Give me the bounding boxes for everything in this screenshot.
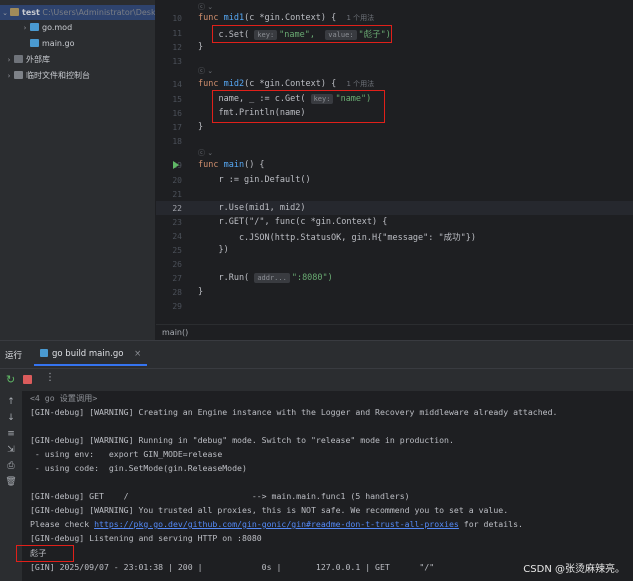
highlight-box-set [212, 25, 392, 43]
tree-item-go-mod[interactable]: › go.mod [20, 20, 72, 35]
console-line: - using env: export GIN_MODE=release [30, 449, 223, 459]
watermark: CSDN @张烫麻辣亮。 [523, 564, 625, 575]
line-number: 15 [172, 95, 182, 104]
library-icon [14, 55, 23, 63]
more-icon[interactable]: ⋮ [45, 372, 55, 383]
code-line: }) [198, 245, 229, 255]
code-line: func main() { [198, 160, 265, 170]
code-line: r.GET("/", func(c *gin.Context) { [198, 217, 388, 227]
line-number: 16 [172, 109, 182, 118]
line-number: 10 [172, 14, 182, 23]
stop-icon[interactable] [23, 375, 32, 384]
line-number: 20 [172, 176, 182, 185]
line-number: 21 [172, 190, 182, 199]
console-line: - using code: gin.SetMode(gin.ReleaseMod… [30, 463, 247, 473]
tree-root-test[interactable]: ⌄ test C:\Users\Administrator\Desk [0, 5, 155, 20]
code-line: } [198, 42, 204, 52]
line-number: 26 [172, 260, 182, 269]
arrow-up-icon[interactable]: ↑ [5, 396, 17, 408]
chevron-right-icon[interactable]: › [4, 53, 14, 68]
code-line: } [198, 122, 204, 132]
code-line: func mid1(c *gin.Context) { 1 个用法 [198, 13, 375, 23]
run-panel: 运行 go build main.go × ↻ ⋮ ↑ ↓ ≡ ⇲ ⎙ 🗑 <4… [0, 340, 633, 581]
tree-item-scratches[interactable]: › 临时文件和控制台 [4, 68, 90, 83]
line-number: 24 [172, 232, 182, 241]
gomod-file-icon [30, 23, 39, 31]
console-line: [GIN-debug] [WARNING] Running in "debug"… [30, 435, 454, 445]
console-command: <4 go 设置调用> [30, 393, 98, 403]
go-file-icon [40, 349, 48, 357]
code-editor[interactable]: ⓒ ⌄ ⓒ ⌄ ⓒ ⌄ 10 func mid1(c *gin.Context)… [156, 0, 633, 340]
fold-hint: ⓒ ⌄ [198, 149, 214, 157]
line-number: 23 [172, 218, 182, 227]
param-hint: addr... [254, 273, 290, 283]
line-number: 27 [172, 274, 182, 283]
arrow-down-icon[interactable]: ↓ [5, 412, 17, 424]
folder-icon [10, 8, 19, 16]
highlight-box-output [16, 545, 74, 562]
line-number: 14 [172, 80, 182, 89]
console-line: [GIN-debug] GET / --> main.main.func1 (5… [30, 491, 410, 501]
go-file-icon [30, 39, 39, 47]
line-number: 13 [172, 57, 182, 66]
code-line: r.Use(mid1, mid2) [198, 203, 306, 213]
highlight-box-get [212, 90, 385, 123]
console-line: Please check https://pkg.go.dev/github.c… [30, 519, 523, 529]
console-line: [GIN-debug] [WARNING] You trusted all pr… [30, 505, 509, 515]
chevron-right-icon[interactable]: › [20, 21, 30, 36]
line-number: 18 [172, 137, 182, 146]
run-gutter-icon[interactable] [173, 161, 179, 169]
chevron-right-icon[interactable]: › [4, 69, 14, 84]
console-line: [GIN-debug] [WARNING] Creating an Engine… [30, 407, 558, 417]
code-line: r.Run( addr... ":8080") [198, 273, 333, 283]
code-line: r := gin.Default() [198, 175, 311, 185]
code-line: c.JSON(http.StatusOK, gin.H{"message": "… [198, 233, 476, 243]
code-line: } [198, 287, 204, 297]
breadcrumb[interactable]: main() [156, 324, 633, 340]
line-number: 25 [172, 246, 182, 255]
code-line: func mid2(c *gin.Context) { 1 个用法 [198, 79, 375, 89]
project-tree: ⌄ test C:\Users\Administrator\Desk › go.mo… [0, 0, 156, 340]
console-line: [GIN] 2025/09/07 - 23:01:38 | 200 | 0s |… [30, 562, 435, 572]
line-number: 22 [172, 204, 182, 213]
scroll-to-end-icon[interactable]: ⇲ [5, 444, 17, 456]
line-number: 17 [172, 123, 182, 132]
rerun-icon[interactable]: ↻ [6, 373, 15, 386]
tab-go-build-main[interactable]: go build main.go × [34, 345, 148, 366]
run-tool-title: 运行 [5, 351, 23, 361]
fold-hint: ⓒ ⌄ [198, 3, 214, 11]
tree-item-main-go[interactable]: main.go [30, 36, 75, 51]
soft-wrap-icon[interactable]: ≡ [5, 428, 17, 440]
chevron-down-icon[interactable]: ⌄ [0, 6, 10, 21]
line-number: 28 [172, 288, 182, 297]
line-number: 29 [172, 302, 182, 311]
close-icon[interactable]: × [134, 349, 141, 359]
run-toolbar: ↻ ⋮ [0, 368, 633, 391]
scratches-icon [14, 71, 23, 79]
proxy-docs-link[interactable]: https://pkg.go.dev/github.com/gin-gonic/… [94, 519, 459, 529]
line-number: 12 [172, 43, 182, 52]
trash-icon[interactable]: 🗑 [5, 476, 17, 488]
run-header: 运行 go build main.go × [0, 341, 633, 368]
tree-item-external-libraries[interactable]: › 外部库 [4, 52, 50, 67]
console-line: [GIN-debug] Listening and serving HTTP o… [30, 533, 262, 543]
line-number: 11 [172, 29, 182, 38]
print-icon[interactable]: ⎙ [5, 460, 17, 472]
fold-hint: ⓒ ⌄ [198, 67, 214, 75]
